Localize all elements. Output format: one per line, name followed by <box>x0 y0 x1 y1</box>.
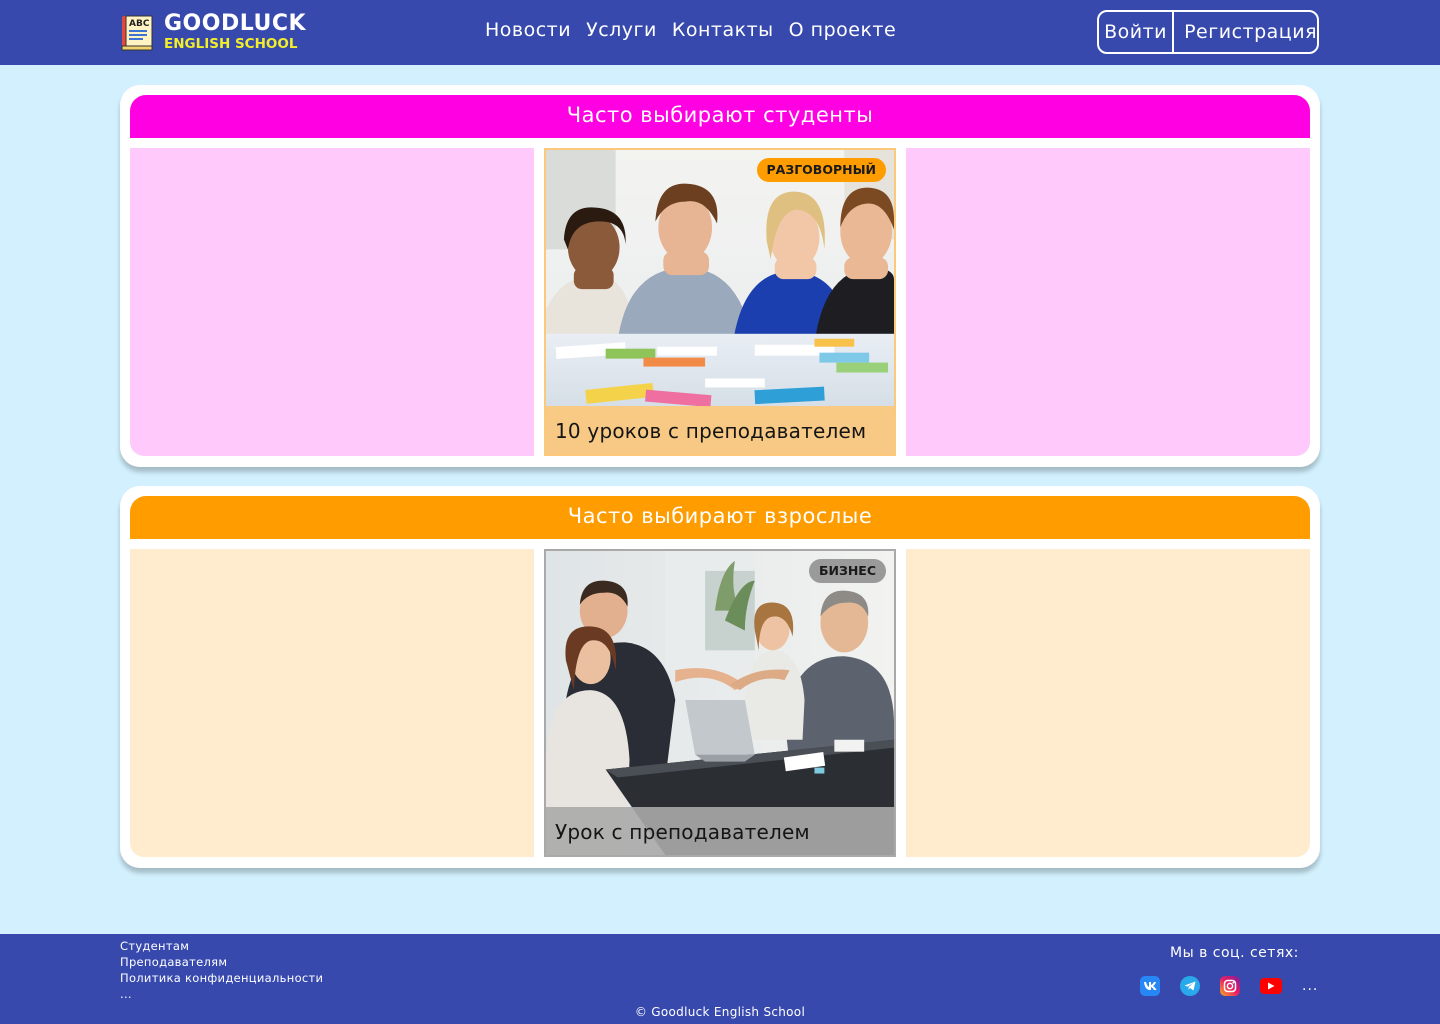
nav-services[interactable]: Услуги <box>586 19 657 41</box>
course-card[interactable]: БИЗНЕС Урок с преподавателем <box>544 549 896 857</box>
social-more[interactable]: ... <box>1302 978 1318 994</box>
logo[interactable]: ABC GOODLUCK ENGLISH SCHOOL <box>120 11 306 53</box>
register-button[interactable]: Регистрация <box>1174 12 1317 52</box>
footer-link-more[interactable]: ... <box>120 986 323 1002</box>
social-links: ... <box>1140 976 1318 996</box>
instagram-icon[interactable] <box>1220 976 1240 996</box>
footer-link-students[interactable]: Студентам <box>120 938 323 954</box>
section-title: Часто выбирают взрослые <box>130 496 1310 539</box>
abc-book-icon: ABC <box>120 13 156 51</box>
login-button[interactable]: Войти <box>1099 12 1175 52</box>
nav-contacts[interactable]: Контакты <box>672 19 774 41</box>
adults-section: Часто выбирают взрослые БИЗНЕС Урок с пр… <box>120 486 1320 868</box>
course-card[interactable]: РАЗГОВОРНЫЙ 10 уроков с преподавателем <box>544 148 896 456</box>
nav-news[interactable]: Новости <box>485 19 571 41</box>
social-title: Мы в соц. сетях: <box>1170 945 1299 961</box>
site-header: ABC GOODLUCK ENGLISH SCHOOL Новости Услу… <box>0 0 1440 65</box>
footer-link-teachers[interactable]: Преподавателям <box>120 954 323 970</box>
card-caption: Урок с преподавателем <box>546 807 894 855</box>
students-section: Часто выбирают студенты РАЗГОВОРНЫЙ 10 у… <box>120 85 1320 467</box>
vk-icon[interactable] <box>1140 976 1160 996</box>
carousel-right-panel[interactable] <box>906 148 1310 456</box>
auth-buttons: Войти Регистрация <box>1097 10 1319 54</box>
carousel-left-panel[interactable] <box>130 148 534 456</box>
logo-subtitle: ENGLISH SCHOOL <box>164 35 298 52</box>
footer-links: Студентам Преподавателям Политика конфид… <box>120 938 323 1002</box>
card-badge: БИЗНЕС <box>808 559 886 583</box>
section-title: Часто выбирают студенты <box>130 95 1310 138</box>
nav-about[interactable]: О проекте <box>789 19 897 41</box>
card-caption: 10 уроков с преподавателем <box>546 406 894 454</box>
footer-link-privacy[interactable]: Политика конфиденциальности <box>120 970 323 986</box>
youtube-icon[interactable] <box>1260 978 1282 994</box>
copyright: © Goodluck English School <box>634 1005 806 1019</box>
card-badge: РАЗГОВОРНЫЙ <box>756 158 886 182</box>
carousel-left-panel[interactable] <box>130 549 534 857</box>
logo-text: GOODLUCK ENGLISH SCHOOL <box>164 10 307 52</box>
logo-title: GOODLUCK <box>164 10 307 36</box>
carousel-right-panel[interactable] <box>906 549 1310 857</box>
site-footer: Студентам Преподавателям Политика конфид… <box>0 934 1440 1024</box>
telegram-icon[interactable] <box>1180 976 1200 996</box>
svg-text:ABC: ABC <box>129 19 150 29</box>
main-nav: Новости Услуги Контакты О проекте <box>485 19 896 41</box>
